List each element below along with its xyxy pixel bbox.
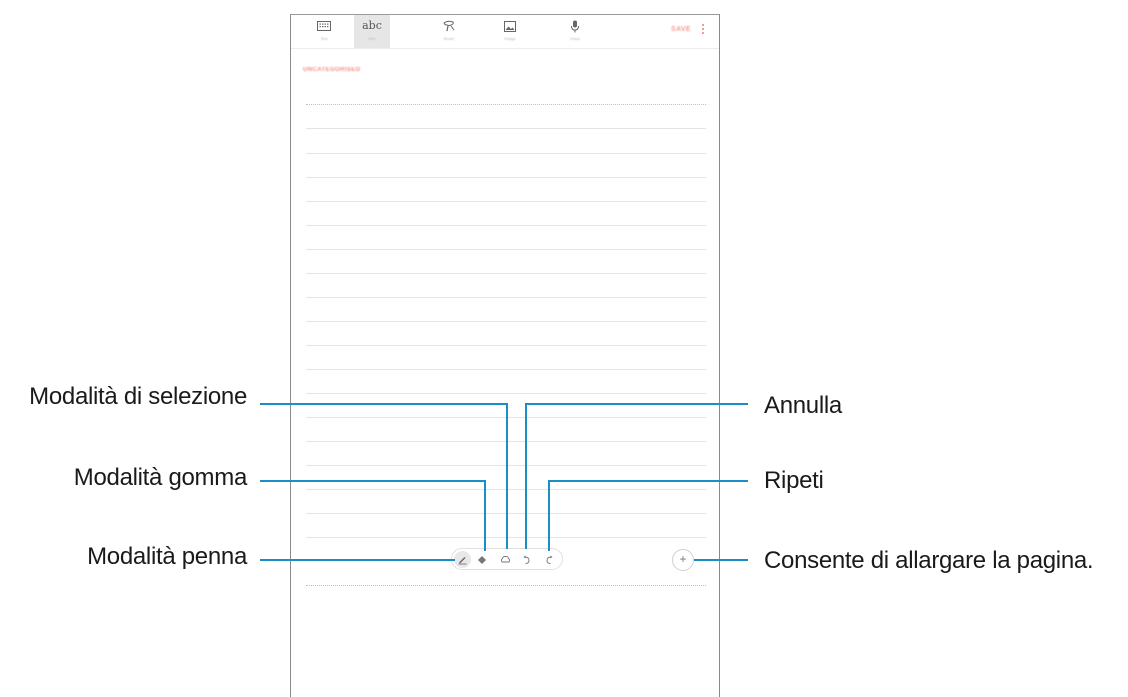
- callout-eraser-mode: Modalità gomma: [73, 464, 248, 491]
- ruled-line: [306, 177, 706, 178]
- tab-pen[interactable]: abc Pen: [354, 15, 390, 48]
- pen-mode-button[interactable]: [454, 551, 471, 568]
- tab-image[interactable]: Image: [492, 15, 528, 48]
- lasso-icon: [500, 555, 511, 562]
- leader-line-selection: [260, 403, 508, 405]
- ruled-line: [306, 249, 706, 250]
- tab-label: Voice: [570, 36, 580, 41]
- leader-line-undo: [525, 403, 527, 549]
- tab-label: Pen: [368, 36, 376, 41]
- page-end-divider: [306, 585, 706, 586]
- ruled-line: [306, 128, 706, 129]
- more-vertical-icon[interactable]: [700, 24, 706, 38]
- ruled-line: [306, 273, 706, 274]
- pen-icon: [458, 557, 467, 565]
- expand-page-button[interactable]: +: [672, 549, 694, 571]
- ruled-line: [306, 369, 706, 370]
- callout-redo: Ripeti: [764, 467, 824, 494]
- ruled-line: [306, 393, 706, 394]
- phone-screen: Text abc Pen Brush Image Voice SAVE UNCA…: [290, 14, 720, 697]
- callout-selection-mode: Modalità di selezione: [29, 383, 247, 410]
- eraser-mode-button[interactable]: [474, 552, 489, 567]
- leader-line-expand: [694, 559, 748, 561]
- callout-pen-mode: Modalità penna: [87, 543, 247, 570]
- ruled-line: [306, 321, 706, 322]
- tab-label: Image: [504, 36, 516, 41]
- undo-icon: [523, 555, 530, 564]
- callout-expand-page: Consente di allargare la pagina.: [764, 547, 1094, 574]
- brush-icon: [431, 18, 467, 34]
- title-divider: [306, 104, 706, 105]
- keyboard-icon: [306, 18, 342, 34]
- tab-brush[interactable]: Brush: [431, 15, 467, 48]
- ruled-line: [306, 297, 706, 298]
- note-toolbar: Text abc Pen Brush Image Voice SAVE: [291, 15, 719, 49]
- leader-line-pen: [260, 559, 455, 561]
- handwriting-icon: abc: [354, 18, 390, 34]
- leader-line-undo: [525, 403, 748, 405]
- leader-line-redo: [548, 480, 748, 482]
- save-button[interactable]: SAVE: [671, 26, 691, 33]
- leader-line-selection: [506, 403, 508, 549]
- selection-mode-button[interactable]: [498, 552, 513, 567]
- microphone-icon: [557, 18, 593, 34]
- tab-text[interactable]: Text: [306, 15, 342, 48]
- ruled-line: [306, 201, 706, 202]
- ruled-line: [306, 153, 706, 154]
- callout-undo: Annulla: [764, 392, 842, 419]
- leader-line-eraser: [484, 480, 486, 551]
- redo-icon: [546, 555, 553, 564]
- tab-label: Text: [320, 36, 328, 41]
- tab-label: Brush: [443, 36, 455, 41]
- handwriting-glyph: abc: [362, 19, 382, 32]
- leader-line-eraser: [260, 480, 486, 482]
- undo-button[interactable]: [519, 552, 534, 567]
- eraser-icon: [477, 555, 486, 564]
- image-icon: [492, 18, 528, 34]
- ruled-line: [306, 225, 706, 226]
- ruled-line: [306, 345, 706, 346]
- pen-toolbar: [451, 548, 563, 570]
- category-label[interactable]: UNCATEGORISED: [303, 67, 360, 73]
- tab-voice[interactable]: Voice: [557, 15, 593, 48]
- leader-line-redo: [548, 480, 550, 551]
- redo-button[interactable]: [542, 552, 557, 567]
